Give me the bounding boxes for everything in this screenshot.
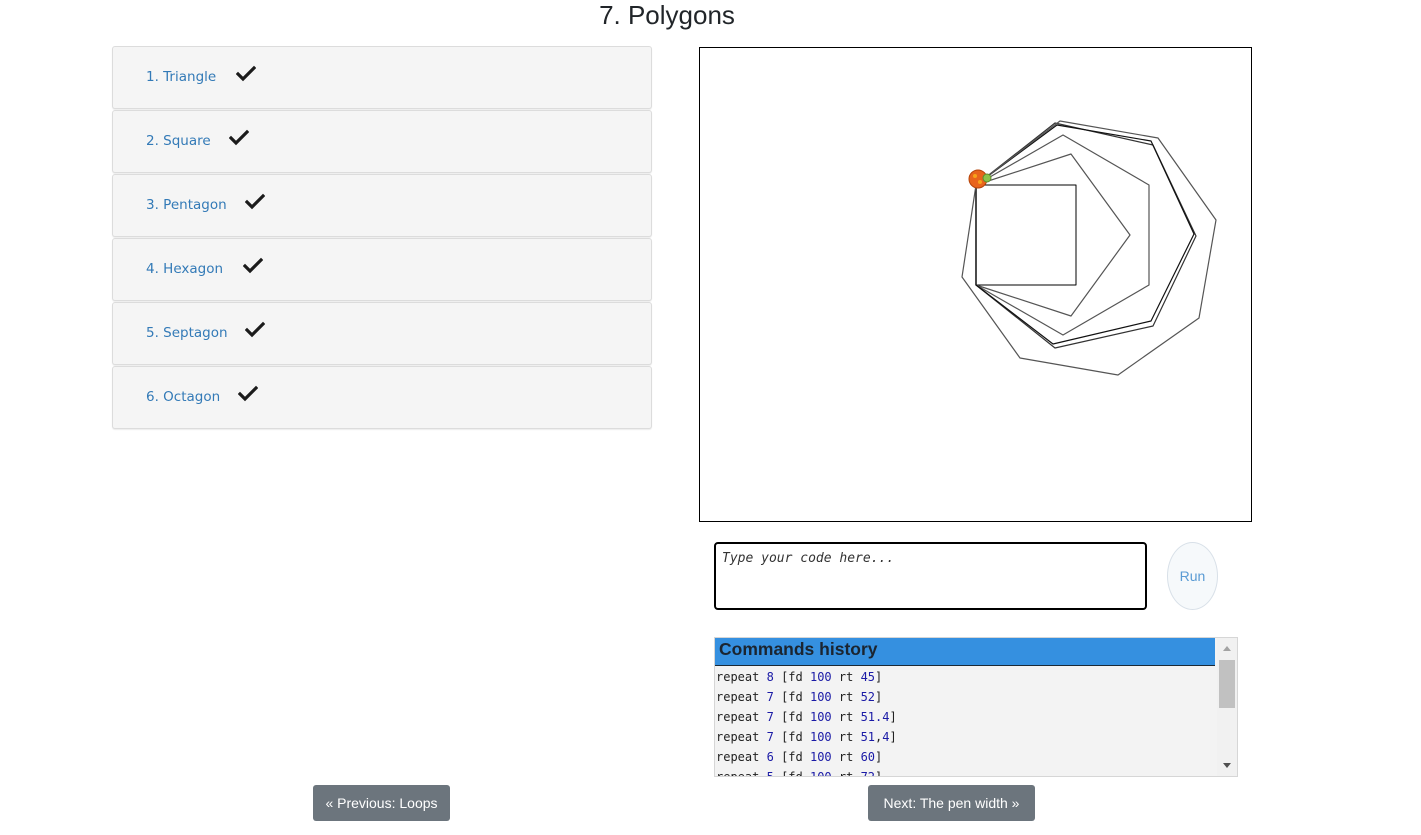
lesson-link[interactable]: 6. Octagon [146,389,220,405]
next-button[interactable]: Next: The pen width » [868,785,1035,821]
drawn-octagon [961,120,1217,376]
checkmark-icon [245,193,265,210]
commands-history-panel[interactable]: Commands history repeat 8 [fd 100 rt 45]… [714,637,1238,777]
checkmark-icon [238,385,258,402]
lesson-item[interactable]: 4. Hexagon [112,238,652,301]
commands-history-title: Commands history [715,638,1215,666]
code-input[interactable] [714,542,1147,610]
checkmark-icon [236,65,256,82]
history-command[interactable]: repeat 7 [fd 100 rt 51.4] [716,707,1214,727]
lesson-link[interactable]: 4. Hexagon [146,261,223,277]
turtle-canvas[interactable] [699,47,1252,522]
history-command[interactable]: repeat 8 [fd 100 rt 45] [716,667,1214,687]
checkmark-icon [229,129,249,146]
drawing-svg [961,120,1217,376]
checkmark-icon [245,321,265,338]
scroll-down-icon[interactable] [1223,763,1231,768]
lesson-link[interactable]: 5. Septagon [146,325,228,341]
lesson-item[interactable]: 5. Septagon [112,302,652,365]
history-command[interactable]: repeat 7 [fd 100 rt 52] [716,687,1214,707]
lesson-item[interactable]: 3. Pentagon [112,174,652,237]
history-command[interactable]: repeat 5 [fd 100 rt 72] [716,767,1214,776]
lesson-item[interactable]: 6. Octagon [112,366,652,429]
lesson-link[interactable]: 1. Triangle [146,69,216,85]
drawn-pentagon [975,153,1131,317]
previous-button[interactable]: « Previous: Loops [313,785,450,821]
scroll-thumb[interactable] [1219,660,1235,708]
lesson-item[interactable]: 1. Triangle [112,46,652,109]
lesson-link[interactable]: 2. Square [146,133,211,149]
checkmark-icon [243,257,263,274]
page-title: 7. Polygons [599,0,735,30]
run-button[interactable]: Run [1167,542,1218,610]
scroll-up-icon[interactable] [1223,646,1231,651]
drawn-septagon [975,122,1197,349]
history-command[interactable]: repeat 7 [fd 100 rt 51,4] [716,727,1214,747]
lesson-item[interactable]: 2. Square [112,110,652,173]
lesson-link[interactable]: 3. Pentagon [146,197,227,213]
history-command[interactable]: repeat 6 [fd 100 rt 60] [716,747,1214,767]
commands-history-list: repeat 8 [fd 100 rt 45] repeat 7 [fd 100 … [716,667,1214,776]
history-scrollbar[interactable] [1217,638,1237,776]
drawn-square [975,184,1077,286]
